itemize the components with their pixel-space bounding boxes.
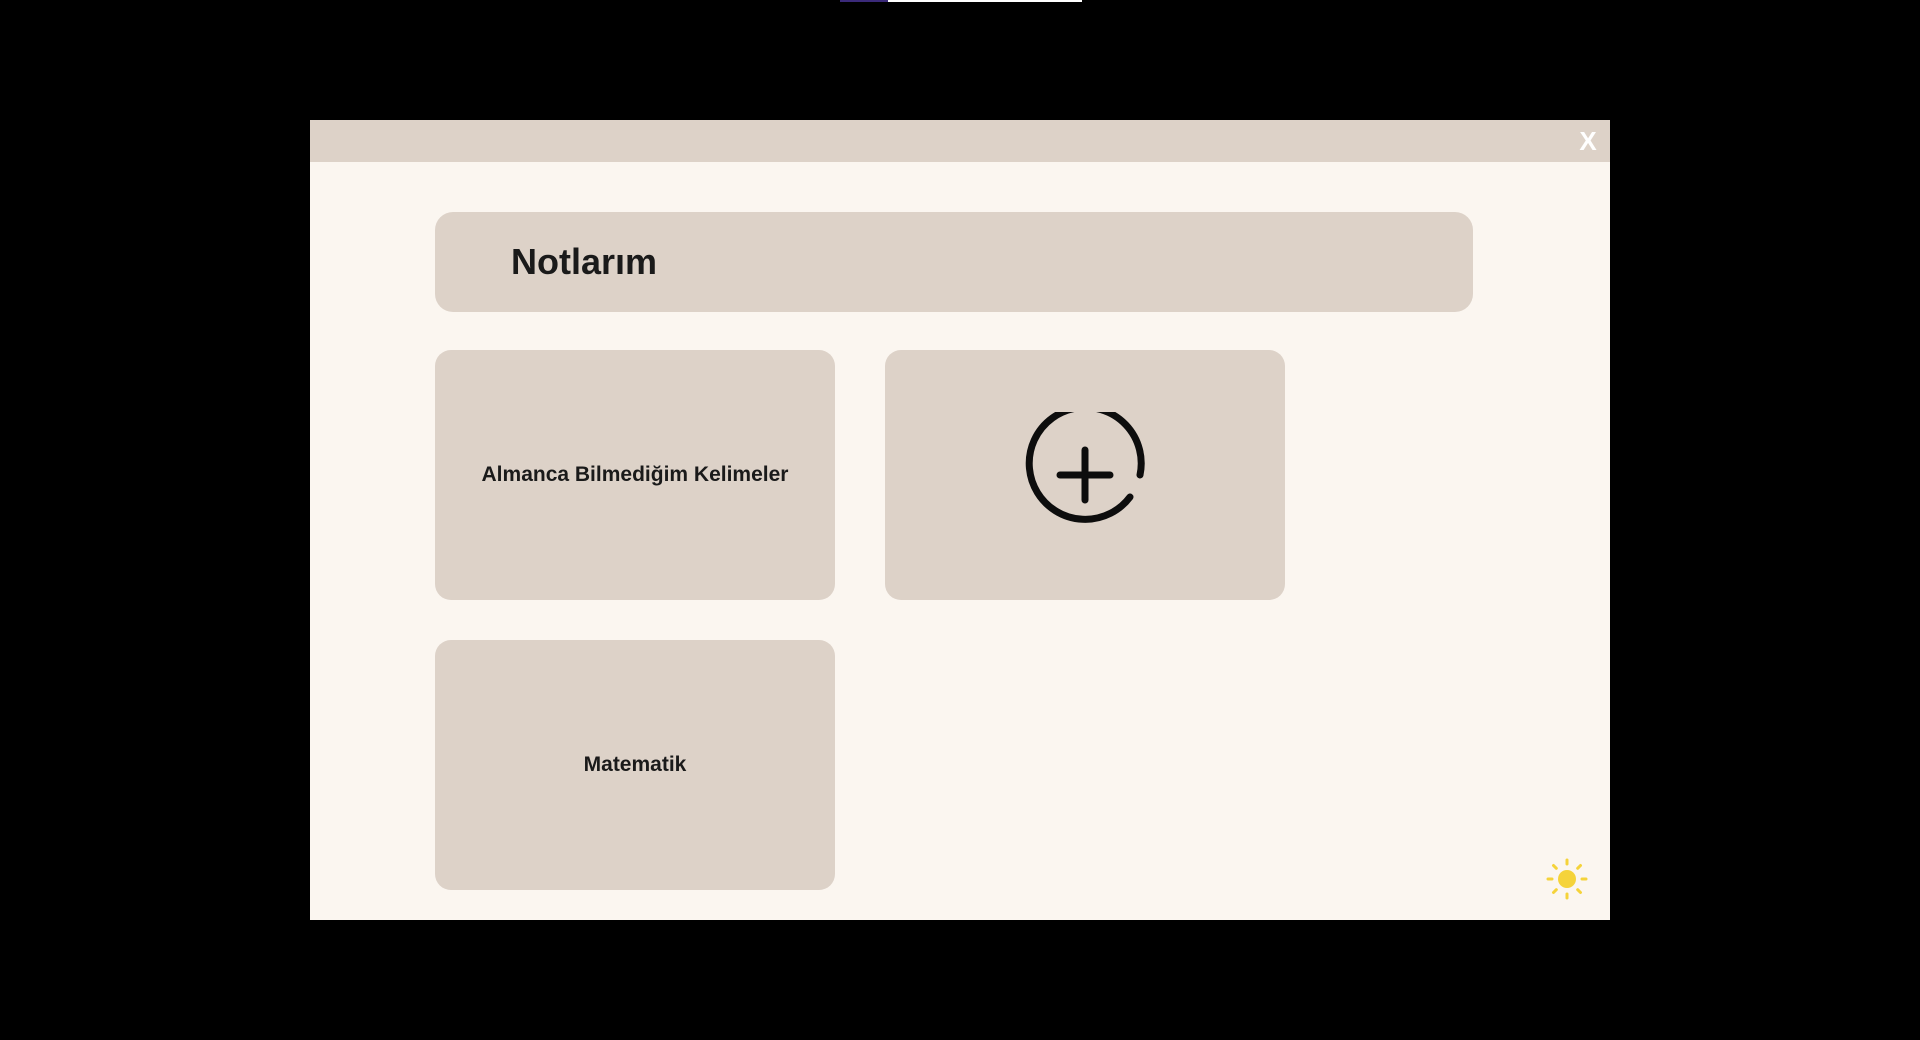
note-card-almanca[interactable]: Almanca Bilmediğim Kelimeler <box>435 350 835 600</box>
page-title: Notlarım <box>511 241 658 282</box>
sun-icon <box>1546 858 1588 900</box>
note-card-matematik[interactable]: Matematik <box>435 640 835 890</box>
add-note-button[interactable] <box>885 350 1285 600</box>
top-progress-fill <box>840 0 888 2</box>
notes-modal: X Notlarım Almanca Bilmediğim Kelimeler … <box>310 120 1610 920</box>
plus-circle-icon <box>1025 412 1145 523</box>
title-bar: Notlarım <box>435 212 1473 312</box>
modal-header: X <box>310 120 1610 162</box>
close-button[interactable]: X <box>1576 126 1600 156</box>
note-card-label: Matematik <box>583 753 687 776</box>
theme-toggle-button[interactable] <box>1546 858 1588 900</box>
note-card-label: Almanca Bilmediğim Kelimeler <box>481 463 789 486</box>
top-progress-bar <box>840 0 1082 2</box>
